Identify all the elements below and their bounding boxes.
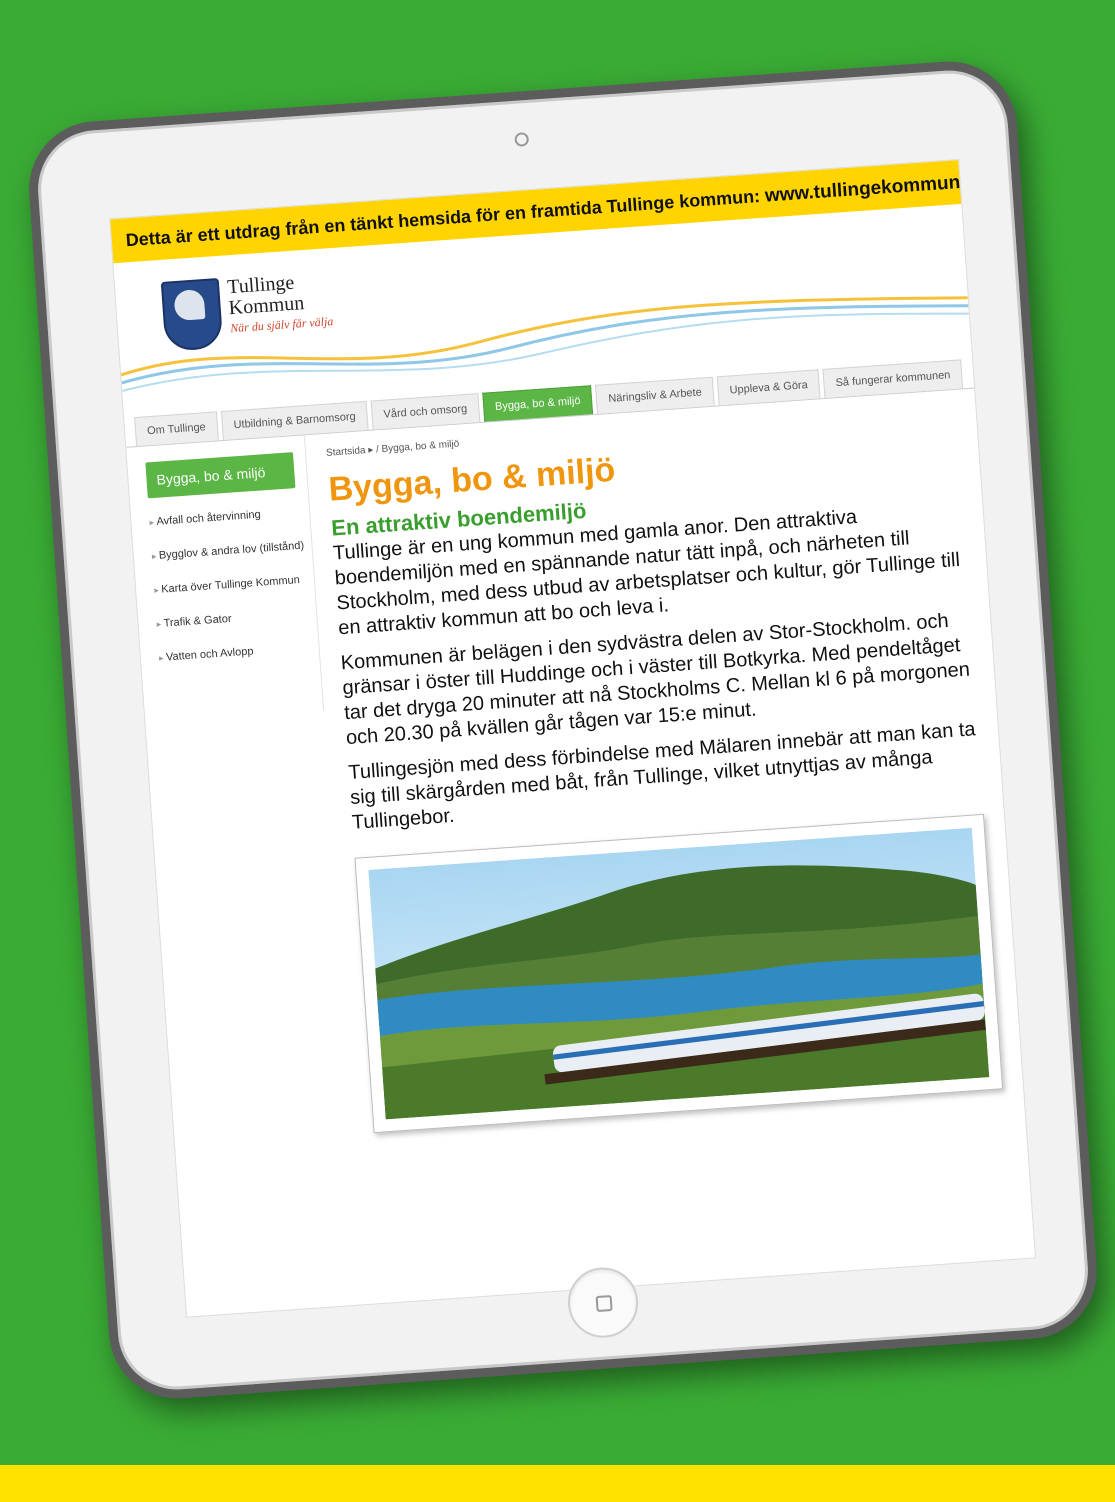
sidebar-item-vatten[interactable]: Vatten och Avlopp — [159, 641, 319, 664]
main-content: Startsida ▸ / Bygga, bo & miljö Bygga, b… — [305, 388, 1023, 1134]
tab-om-tullinge[interactable]: Om Tullinge — [134, 411, 219, 447]
photo-frame — [354, 813, 1004, 1134]
sidebar-item-trafik[interactable]: Trafik & Gator — [156, 607, 316, 630]
home-square-icon — [595, 1294, 613, 1313]
sidebar-item-avfall[interactable]: Avfall och återvinning — [149, 505, 309, 528]
sidebar-header[interactable]: Bygga, bo & miljö — [145, 452, 296, 499]
sidebar-item-bygglov[interactable]: Bygglov & andra lov (tillstånd) — [151, 539, 311, 562]
sidebar-item-karta[interactable]: Karta över Tullinge Kommun — [154, 573, 314, 596]
sidebar-list: Avfall och återvinning Bygglov & andra l… — [149, 505, 319, 664]
tablet-device: Detta är ett utdrag från en tänkt hemsid… — [24, 57, 1102, 1403]
tablet-frame: Detta är ett utdrag från en tänkt hemsid… — [24, 57, 1102, 1403]
sidebar: Bygga, bo & miljö Avfall och återvinning… — [126, 435, 325, 724]
bottom-yellow-strip — [0, 1465, 1115, 1502]
content-area: Bygga, bo & miljö Avfall och återvinning… — [126, 388, 1023, 1147]
notice-url-link[interactable]: www.tullingekommun.se — [764, 170, 987, 206]
lake-train-photo — [368, 827, 990, 1120]
tablet-screen: Detta är ett utdrag från en tänkt hemsid… — [110, 160, 1035, 1317]
camera-icon — [514, 131, 530, 147]
